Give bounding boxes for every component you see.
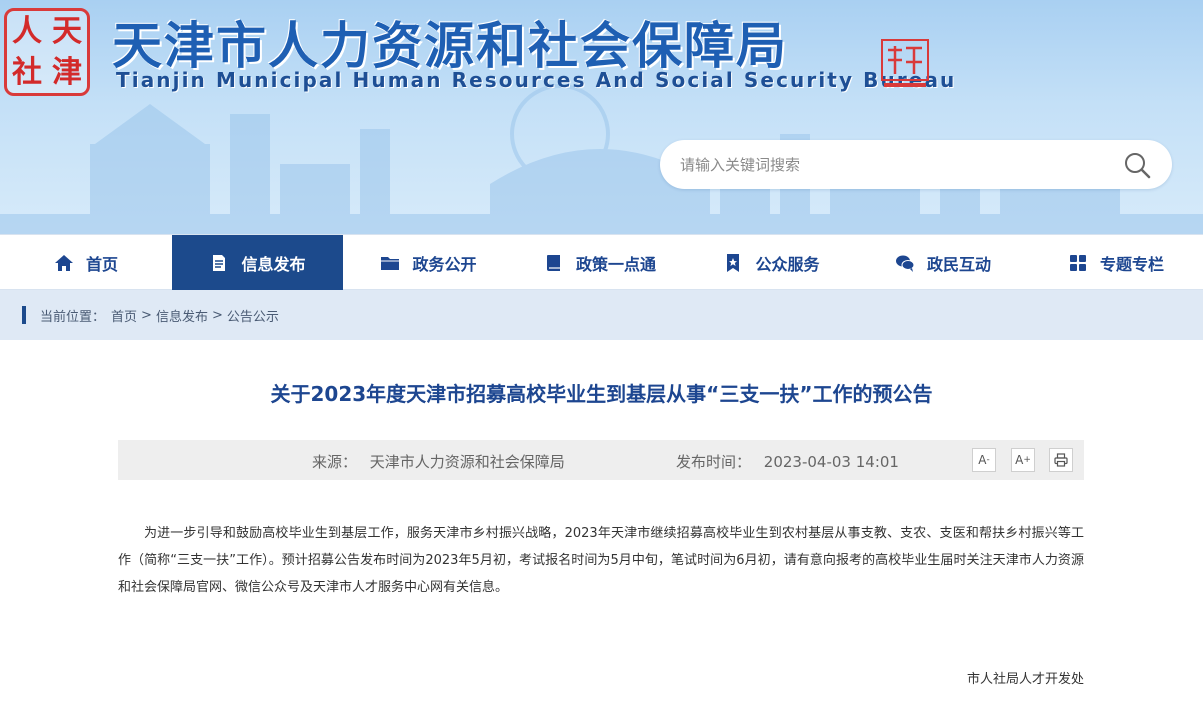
nav-item-news[interactable]: 信息发布 [172, 235, 343, 291]
bureau-seal-logo[interactable]: 人 天 社 津 [4, 8, 90, 96]
printer-icon [1054, 453, 1068, 467]
article-signature: 市人社局人才开发处 [966, 672, 1084, 687]
font-decrease-button[interactable]: A- [972, 448, 996, 472]
chat-icon [895, 255, 915, 272]
source-value: 天津市人力资源和社会保障局 [369, 453, 565, 471]
document-icon [213, 255, 226, 271]
tianjin-stamp-icon [881, 39, 929, 87]
article-time: 发布时间： 2023-04-03 14:01 [676, 451, 899, 472]
breadcrumb-marker [22, 306, 26, 324]
article-body: 为进一步引导和鼓励高校毕业生到基层工作，服务天津市乡村振兴战略，2023年天津市… [118, 526, 1084, 595]
time-value: 2023-04-03 14:01 [763, 453, 899, 471]
time-label: 发布时间： [676, 453, 752, 471]
nav-item-gov-affairs[interactable]: 政务公开 [343, 235, 514, 291]
nav-item-interaction[interactable]: 政民互动 [857, 235, 1029, 291]
breadcrumb-link-notices[interactable]: 公告公示 [227, 306, 279, 325]
search-icon[interactable] [1122, 150, 1152, 180]
breadcrumb-prefix: 当前位置： [40, 309, 106, 325]
article-meta-bar: 来源： 天津市人力资源和社会保障局 发布时间： 2023-04-03 14:01… [118, 440, 1084, 480]
nav-item-label: 公众服务 [755, 255, 820, 274]
nav-item-label: 信息发布 [241, 255, 306, 274]
nav-item-policy[interactable]: 政策一点通 [514, 235, 686, 291]
main-nav: 首页 信息发布 政务公开 政策一点通 公众服务 政民互动 专题专栏 [0, 234, 1203, 291]
article-container: 关于2023年度天津市招募高校毕业生到基层从事“三支一扶”工作的预公告 来源： … [0, 340, 1203, 704]
plus-glyph: + [1023, 455, 1031, 465]
breadcrumb-link-home[interactable]: 首页 [111, 306, 137, 325]
font-decrease-glyph: A [978, 453, 987, 467]
nav-item-public-service[interactable]: 公众服务 [686, 235, 857, 291]
grid-icon [1069, 255, 1086, 271]
breadcrumb-link-news[interactable]: 信息发布 [156, 306, 208, 325]
book-icon [546, 255, 560, 271]
font-increase-button[interactable]: A + [1011, 448, 1035, 472]
article-title: 关于2023年度天津市招募高校毕业生到基层从事“三支一扶”工作的预公告 [270, 382, 933, 406]
folder-icon [381, 257, 400, 270]
breadcrumb-separator: > [141, 307, 152, 323]
nav-item-label: 政策一点通 [575, 255, 656, 274]
seal-char: 天 [52, 13, 82, 49]
bookmark-icon [727, 254, 740, 272]
source-label: 来源： [312, 453, 358, 471]
font-increase-glyph: A [1015, 453, 1024, 467]
breadcrumb: 当前位置： 首页 > 信息发布 > 公告公示 [0, 290, 1203, 340]
nav-item-label: 首页 [85, 255, 118, 274]
seal-char: 津 [52, 54, 82, 90]
nav-item-label: 政民互动 [926, 255, 991, 274]
article-source: 来源： 天津市人力资源和社会保障局 [312, 451, 565, 472]
nav-item-label: 政务公开 [412, 255, 477, 274]
home-icon [54, 255, 73, 271]
breadcrumb-separator: > [211, 307, 223, 323]
nav-item-label: 专题专栏 [1099, 255, 1164, 274]
search-input[interactable] [680, 140, 1120, 189]
seal-char: 人 [12, 13, 42, 49]
seal-char: 社 [12, 54, 42, 90]
header-banner: 人 天 社 津 天津市人力资源和社会保障局 Tianjin Municipal … [0, 0, 1203, 234]
print-button[interactable] [1049, 448, 1073, 472]
nav-item-home[interactable]: 首页 [0, 235, 172, 291]
search-box [660, 140, 1172, 189]
site-title-english: Tianjin Municipal Human Resources And So… [116, 68, 957, 92]
minus-glyph: - [986, 455, 990, 465]
nav-item-special-topics[interactable]: 专题专栏 [1029, 235, 1203, 291]
